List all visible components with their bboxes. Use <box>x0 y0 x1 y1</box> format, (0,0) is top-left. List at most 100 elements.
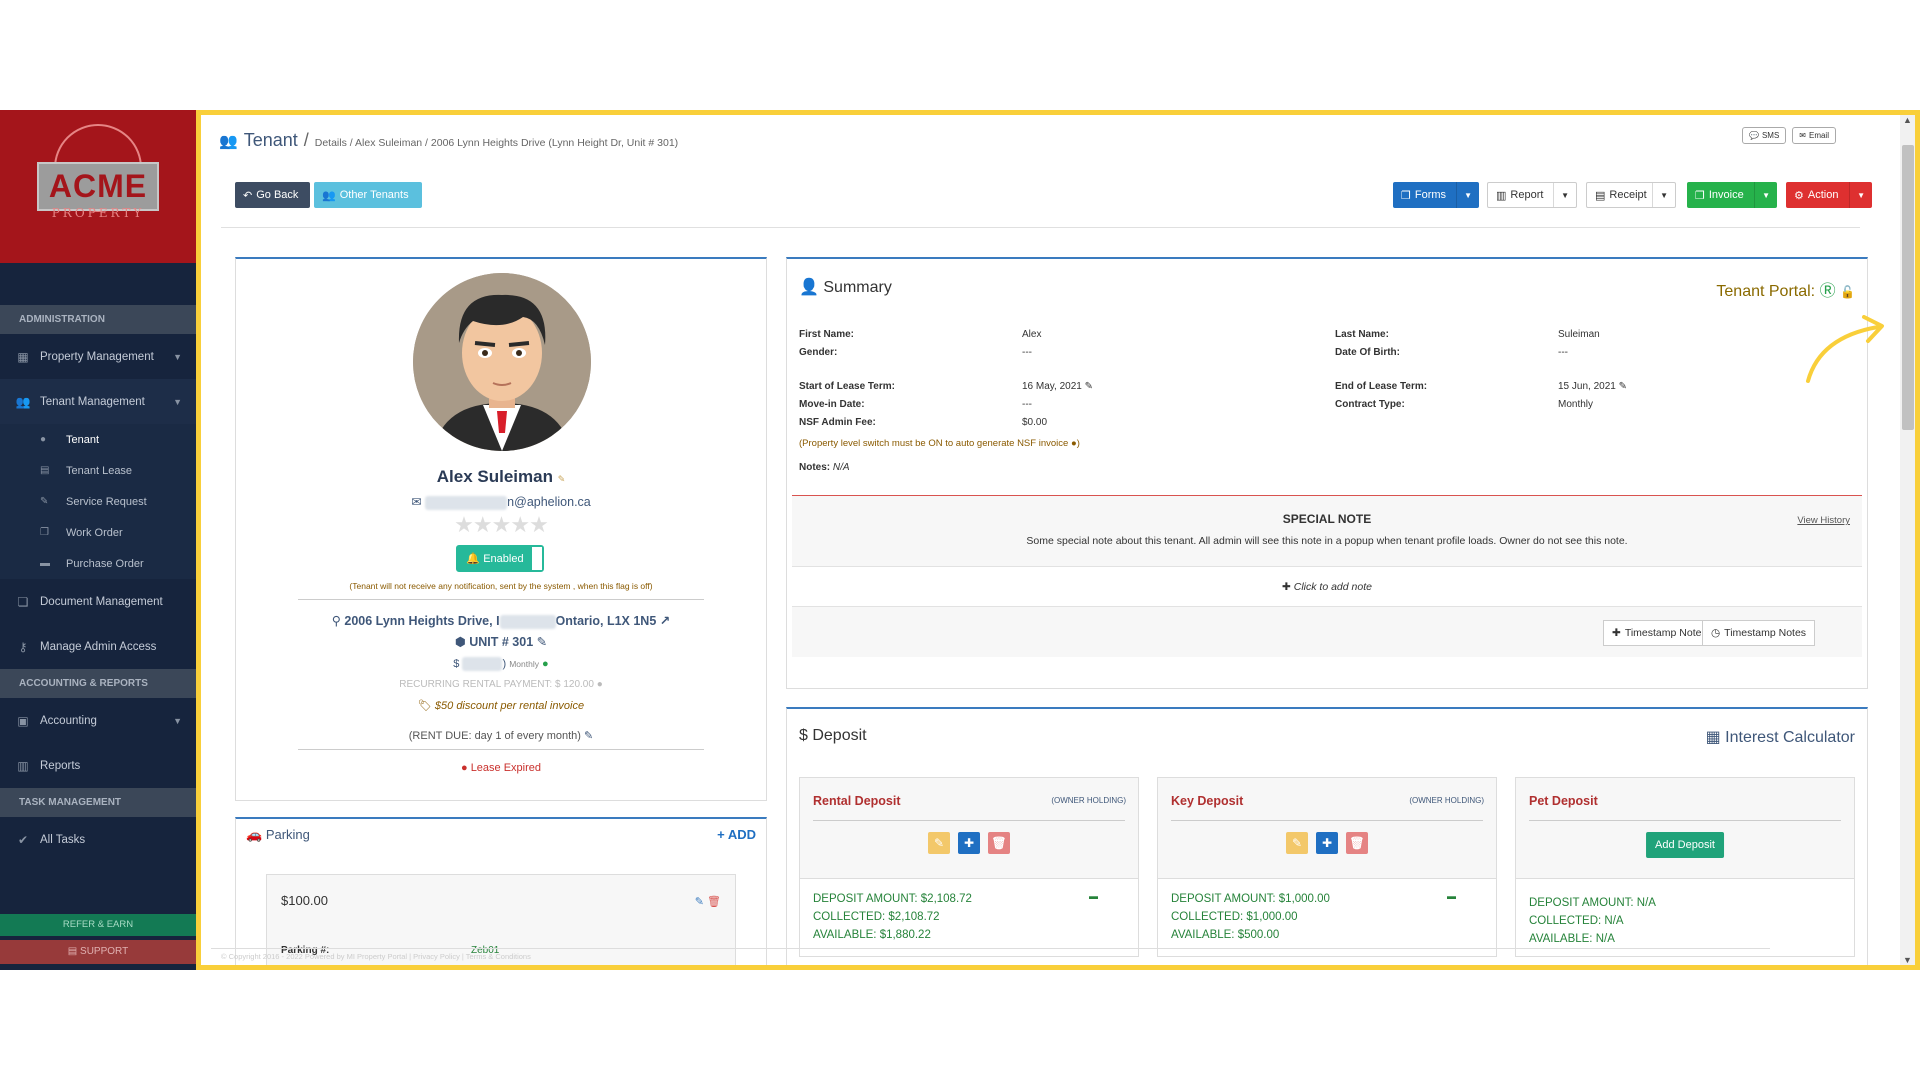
page-title[interactable]: Tenant <box>244 130 298 151</box>
timestamp-note-button[interactable]: ✚ Timestamp Note <box>1603 620 1711 646</box>
rating-stars[interactable]: ★★★★★ <box>236 512 766 538</box>
caret-down-icon[interactable]: ▼ <box>1849 182 1872 208</box>
star-icon[interactable]: ★ <box>473 512 493 537</box>
sidebar-item-tenant-management[interactable]: 👥 Tenant Management ▼ <box>0 379 196 424</box>
interest-calculator-link[interactable]: ▦ Interest Calculator <box>1706 727 1855 747</box>
sidebar-subitem-work-order[interactable]: ❐ Work Order <box>0 517 196 548</box>
tenant-address[interactable]: ⚲ 2006 Lynn Heights Drive, I Ontario, L1X… <box>236 613 766 629</box>
edit-icon[interactable]: ✎ <box>695 896 704 908</box>
plus-icon[interactable]: ✚ <box>958 832 980 854</box>
timestamp-note-label: Timestamp Note <box>1624 627 1702 639</box>
scroll-down-icon[interactable]: ▼ <box>1903 955 1912 965</box>
money-icon[interactable]: ▬ <box>1089 891 1098 901</box>
sidebar-item-manage-admin-access[interactable]: ⚷ Manage Admin Access <box>0 624 196 669</box>
avatar[interactable] <box>413 273 591 451</box>
info-icon[interactable]: ● <box>1071 438 1077 449</box>
sidebar-subitem-service-request[interactable]: ✎ Service Request <box>0 486 196 517</box>
add-parking-button[interactable]: + ADD <box>717 827 756 842</box>
invoice-label: Invoice <box>1708 189 1744 201</box>
star-icon[interactable]: ★ <box>510 512 530 537</box>
edit-icon[interactable]: ✎ <box>1619 381 1627 392</box>
registered-icon[interactable]: Ⓡ <box>1820 283 1836 300</box>
notification-toggle[interactable]: 🔔 Enabled <box>456 545 544 572</box>
parking-title-text: Parking <box>265 827 310 842</box>
email-button[interactable]: ✉ Email <box>1792 127 1836 144</box>
sidebar-item-all-tasks[interactable]: ✔ All Tasks <box>0 817 196 862</box>
timestamp-notes-button[interactable]: ◷ Timestamp Notes <box>1702 620 1816 646</box>
caret-down-icon[interactable]: ▼ <box>1754 182 1777 208</box>
nsf-fee-value: $0.00 <box>1022 417 1048 428</box>
sidebar-item-label: Document Management <box>40 595 163 608</box>
go-back-button[interactable]: ↶ Go Back <box>235 182 310 208</box>
caret-down-icon[interactable]: ▼ <box>1456 182 1479 208</box>
edit-icon[interactable]: ✎ <box>558 474 566 484</box>
deposit-title-text: Deposit <box>812 727 867 744</box>
tenant-portal-label: Tenant Portal: <box>1716 283 1816 300</box>
trash-icon[interactable]: 🗑 <box>1346 832 1368 854</box>
unlock-icon[interactable]: 🔓 <box>1840 285 1855 299</box>
deposit-actions: ✎ ✚ 🗑 <box>800 832 1138 854</box>
caret-down-icon[interactable]: ▼ <box>1652 183 1675 207</box>
support-button[interactable]: ▤ SUPPORT <box>0 940 196 964</box>
add-deposit-button[interactable]: Add Deposit <box>1646 832 1724 858</box>
plus-icon[interactable]: ✚ <box>1316 832 1338 854</box>
caret-down-icon[interactable]: ▼ <box>1553 183 1576 207</box>
toggle-label: Enabled <box>483 552 524 565</box>
scroll-up-icon[interactable]: ▲ <box>1903 115 1912 125</box>
other-tenants-button[interactable]: 👥 Other Tenants <box>314 182 422 208</box>
star-icon[interactable]: ★ <box>492 512 512 537</box>
view-history-link[interactable]: View History <box>1797 515 1850 526</box>
add-note-link[interactable]: ✚ Click to add note <box>792 566 1862 607</box>
interest-calculator-text: Interest Calculator <box>1725 729 1855 746</box>
sidebar-subitem-purchase-order[interactable]: ▬ Purchase Order <box>0 548 196 579</box>
key-icon: ⚷ <box>18 639 28 654</box>
deposit-card-title: Key Deposit <box>1171 794 1244 808</box>
refer-earn-button[interactable]: REFER & EARN <box>0 914 196 936</box>
edit-icon[interactable]: ✎ <box>584 730 593 742</box>
sidebar-item-accounting[interactable]: ▣ Accounting ▼ <box>0 698 196 743</box>
rent-prefix: $ <box>453 657 460 670</box>
breadcrumb-trail[interactable]: Details / Alex Suleiman / 2006 Lynn Heig… <box>315 137 678 149</box>
tenant-unit[interactable]: ⬢ UNIT # 301 ✎ <box>236 634 766 649</box>
notes-label: Notes: <box>799 462 831 473</box>
trash-icon[interactable]: 🗑 <box>988 832 1010 854</box>
forms-button[interactable]: ❐ Forms ▼ <box>1393 182 1479 208</box>
action-button[interactable]: ⚙ Action ▼ <box>1786 182 1872 208</box>
tenant-rent: $ ) Monthly ● <box>236 657 766 671</box>
receipt-button[interactable]: ▤ Receipt ▼ <box>1586 182 1676 208</box>
edit-icon[interactable]: ✎ <box>928 832 950 854</box>
sidebar-item-document-management[interactable]: ❏ Document Management <box>0 579 196 624</box>
star-icon[interactable]: ★ <box>529 512 549 537</box>
sidebar-item-property-management[interactable]: ▦ Property Management ▼ <box>0 334 196 379</box>
money-icon[interactable]: ▬ <box>1447 891 1456 901</box>
sidebar-item-label: Manage Admin Access <box>40 640 157 653</box>
edit-icon[interactable]: ✎ <box>537 635 547 649</box>
external-link-icon[interactable]: ↗ <box>660 614 670 628</box>
sms-button[interactable]: 💬 SMS <box>1741 127 1787 144</box>
report-button[interactable]: ▥ Report ▼ <box>1487 182 1577 208</box>
chevron-down-icon: ▼ <box>173 396 182 407</box>
tenant-email[interactable]: ✉ n@aphelion.ca <box>236 494 766 510</box>
logo[interactable]: ACME PROPERTY <box>0 110 196 263</box>
deposit-details: ▬ DEPOSIT AMOUNT: $2,108.72 COLLECTED: $… <box>800 878 1138 956</box>
lease-end-text: 15 Jun, 2021 <box>1558 381 1616 392</box>
deposit-available: AVAILABLE: $1,880.22 <box>813 929 931 941</box>
parking-title: 🚗 Parking <box>246 827 310 843</box>
trash-icon[interactable]: 🗑 <box>707 896 721 908</box>
lease-end-label: End of Lease Term: <box>1335 381 1428 392</box>
sms-label: SMS <box>1761 131 1780 140</box>
edit-icon[interactable]: ✎ <box>1286 832 1308 854</box>
edit-icon[interactable]: ✎ <box>1085 381 1093 392</box>
info-icon[interactable]: ● <box>597 679 603 690</box>
section-administration: ADMINISTRATION <box>0 305 196 334</box>
info-icon[interactable]: ● <box>542 658 549 670</box>
map-marker-icon: ⚲ <box>331 614 345 628</box>
sidebar-item-reports[interactable]: ▥ Reports <box>0 743 196 788</box>
sidebar-subitem-tenant-lease[interactable]: ▤ Tenant Lease <box>0 455 196 486</box>
star-icon[interactable]: ★ <box>454 512 474 537</box>
invoice-button[interactable]: ❐ Invoice ▼ <box>1687 182 1777 208</box>
scrollbar[interactable]: ▲ ▼ <box>1900 115 1916 965</box>
scrollbar-thumb[interactable] <box>1902 145 1914 430</box>
sidebar-subitem-tenant[interactable]: ● Tenant <box>0 424 196 455</box>
deposit-amount: DEPOSIT AMOUNT: $1,000.00 <box>1171 893 1330 905</box>
